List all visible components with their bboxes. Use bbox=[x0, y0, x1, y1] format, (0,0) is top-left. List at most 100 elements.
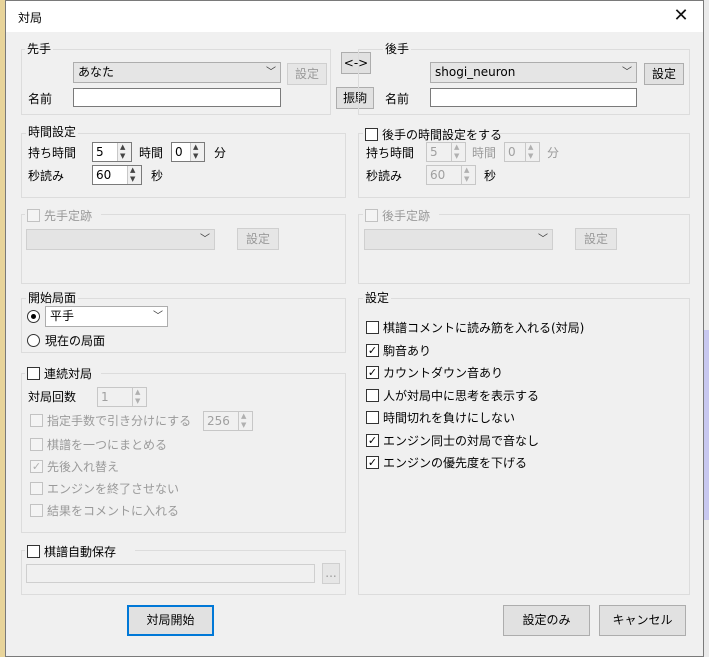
window-title: 対局 bbox=[18, 11, 43, 25]
chevron-down-icon: ﹀ bbox=[538, 234, 548, 245]
gote-hours-unit: 時間 bbox=[472, 146, 497, 160]
gote-byoyomi-updown[interactable]: ▲ ▼ bbox=[461, 166, 475, 184]
result-comment-checkbox[interactable] bbox=[30, 504, 43, 517]
gote-hours-stepper[interactable]: 5 ▲ ▼ bbox=[426, 142, 466, 162]
minutes-stepper[interactable]: 0 ▲ ▼ bbox=[171, 142, 205, 162]
preset-radio[interactable] bbox=[27, 310, 40, 323]
down-arrow-icon: ▼ bbox=[464, 175, 470, 183]
up-arrow-icon: ▲ bbox=[454, 143, 460, 151]
swap-sides-label: 先後入れ替え bbox=[47, 460, 120, 474]
gote-name-label: 名前 bbox=[385, 92, 410, 106]
sente-player-select[interactable]: あなた ﹀ bbox=[73, 62, 281, 83]
sente-settings-button[interactable]: 設定 bbox=[287, 63, 327, 85]
draw-moves-value: 256 bbox=[207, 414, 230, 428]
sente-joseki-select[interactable]: ﹀ bbox=[26, 229, 215, 250]
autosave-checkbox[interactable] bbox=[27, 545, 40, 558]
gote-minutes-unit: 分 bbox=[547, 146, 560, 160]
settings-group-label: 設定 bbox=[363, 291, 392, 305]
preset-value: 平手 bbox=[50, 309, 75, 323]
settings-option-checkbox[interactable]: ✓ bbox=[366, 434, 379, 447]
gote-minutes-value: 0 bbox=[508, 145, 516, 159]
settings-option-label: 時間切れを負けにしない bbox=[383, 411, 516, 425]
down-arrow-icon: ▼ bbox=[120, 152, 126, 160]
start-position-label: 開始局面 bbox=[26, 291, 79, 305]
sente-name-label: 名前 bbox=[28, 92, 53, 106]
autosave-browse-button[interactable]: ... bbox=[322, 563, 340, 584]
settings-option-checkbox[interactable] bbox=[366, 389, 379, 402]
gote-minutes-stepper[interactable]: 0 ▲ ▼ bbox=[504, 142, 540, 162]
game-count-updown[interactable]: ▲ ▼ bbox=[132, 388, 146, 406]
game-count-value: 1 bbox=[101, 390, 109, 404]
sente-name-input[interactable] bbox=[73, 88, 281, 107]
gote-byoyomi-label: 秒読み bbox=[366, 169, 403, 183]
sente-group-label: 先手 bbox=[25, 42, 54, 56]
hours-value: 5 bbox=[96, 145, 104, 159]
hours-stepper[interactable]: 5 ▲ ▼ bbox=[92, 142, 132, 162]
settings-option-checkbox[interactable] bbox=[366, 321, 379, 334]
gote-byoyomi-unit: 秒 bbox=[484, 169, 497, 183]
game-count-label: 対局回数 bbox=[28, 390, 77, 404]
minutes-unit: 分 bbox=[214, 146, 227, 160]
gote-player-select[interactable]: shogi_neuron ﹀ bbox=[430, 62, 637, 83]
autosave-path-input[interactable] bbox=[26, 564, 315, 583]
minutes-updown[interactable]: ▲ ▼ bbox=[190, 143, 204, 161]
gote-time-checkbox-label: 後手の時間設定をする bbox=[382, 128, 503, 142]
gote-joseki-checkbox[interactable] bbox=[365, 209, 378, 222]
down-arrow-icon: ▼ bbox=[135, 397, 141, 405]
byoyomi-updown[interactable]: ▲ ▼ bbox=[127, 166, 141, 184]
chevron-down-icon: ﹀ bbox=[153, 311, 163, 322]
up-arrow-icon: ▲ bbox=[130, 166, 136, 174]
sente-joseki-settings-button[interactable]: 設定 bbox=[237, 228, 279, 250]
preset-select[interactable]: 平手 ﹀ bbox=[45, 306, 168, 327]
gote-byoyomi-stepper[interactable]: 60 ▲ ▼ bbox=[426, 165, 476, 185]
byoyomi-label: 秒読み bbox=[28, 169, 65, 183]
byoyomi-stepper[interactable]: 60 ▲ ▼ bbox=[92, 165, 142, 185]
radio-selected-dot bbox=[31, 314, 36, 319]
gote-hours-updown[interactable]: ▲ ▼ bbox=[451, 143, 465, 161]
continuous-label: 連続対局 bbox=[44, 367, 93, 381]
title-bar[interactable]: 対局 ✕ bbox=[6, 1, 703, 32]
gote-name-input[interactable] bbox=[430, 88, 637, 107]
settings-option-checkbox[interactable]: ✓ bbox=[366, 366, 379, 379]
settings-option-label: 駒音あり bbox=[383, 344, 432, 358]
keep-engine-checkbox[interactable] bbox=[30, 482, 43, 495]
swap-sides-checkbox[interactable]: ✓ bbox=[30, 460, 43, 473]
merge-kifu-checkbox[interactable] bbox=[30, 438, 43, 451]
gote-joseki-select[interactable]: ﹀ bbox=[364, 229, 553, 250]
settings-option-label: 人が対局中に思考を表示する bbox=[383, 389, 540, 403]
mochi-time-label: 持ち時間 bbox=[28, 146, 77, 160]
settings-option-checkbox[interactable] bbox=[366, 411, 379, 424]
draw-moves-updown[interactable]: ▲ ▼ bbox=[238, 412, 252, 430]
gote-hours-value: 5 bbox=[430, 145, 438, 159]
gote-joseki-settings-button[interactable]: 設定 bbox=[575, 228, 617, 250]
settings-option-checkbox[interactable]: ✓ bbox=[366, 344, 379, 357]
settings-only-button[interactable]: 設定のみ bbox=[503, 605, 590, 636]
up-arrow-icon: ▲ bbox=[464, 166, 470, 174]
chevron-down-icon: ﹀ bbox=[622, 67, 632, 78]
gote-group-label: 後手 bbox=[383, 42, 412, 56]
settings-option-label: エンジン同士の対局で音なし bbox=[383, 434, 540, 448]
draw-moves-stepper[interactable]: 256 ▲ ▼ bbox=[203, 411, 253, 431]
down-arrow-icon: ▼ bbox=[528, 152, 534, 160]
draw-moves-checkbox[interactable] bbox=[30, 414, 43, 427]
result-comment-label: 結果をコメントに入れる bbox=[47, 504, 180, 518]
settings-option-label: カウントダウン音あり bbox=[383, 366, 504, 380]
gote-byoyomi-value: 60 bbox=[430, 168, 446, 182]
up-arrow-icon: ▲ bbox=[193, 143, 199, 151]
settings-option-checkbox[interactable]: ✓ bbox=[366, 456, 379, 469]
close-icon[interactable]: ✕ bbox=[669, 4, 693, 28]
draw-moves-label: 指定手数で引き分けにする bbox=[47, 414, 192, 428]
current-position-radio[interactable] bbox=[27, 334, 40, 347]
gote-settings-button[interactable]: 設定 bbox=[644, 63, 684, 85]
continuous-checkbox[interactable] bbox=[27, 367, 40, 380]
gote-time-checkbox[interactable] bbox=[365, 128, 378, 141]
gote-minutes-updown[interactable]: ▲ ▼ bbox=[525, 143, 539, 161]
cancel-button[interactable]: キャンセル bbox=[599, 605, 686, 636]
sente-joseki-checkbox[interactable] bbox=[27, 209, 40, 222]
hours-updown[interactable]: ▲ ▼ bbox=[117, 143, 131, 161]
byoyomi-value: 60 bbox=[96, 168, 112, 182]
start-game-button[interactable]: 対局開始 bbox=[127, 605, 214, 636]
hours-unit: 時間 bbox=[139, 146, 164, 160]
settings-option-label: エンジンの優先度を下げる bbox=[383, 456, 528, 470]
game-count-stepper[interactable]: 1 ▲ ▼ bbox=[97, 387, 147, 407]
